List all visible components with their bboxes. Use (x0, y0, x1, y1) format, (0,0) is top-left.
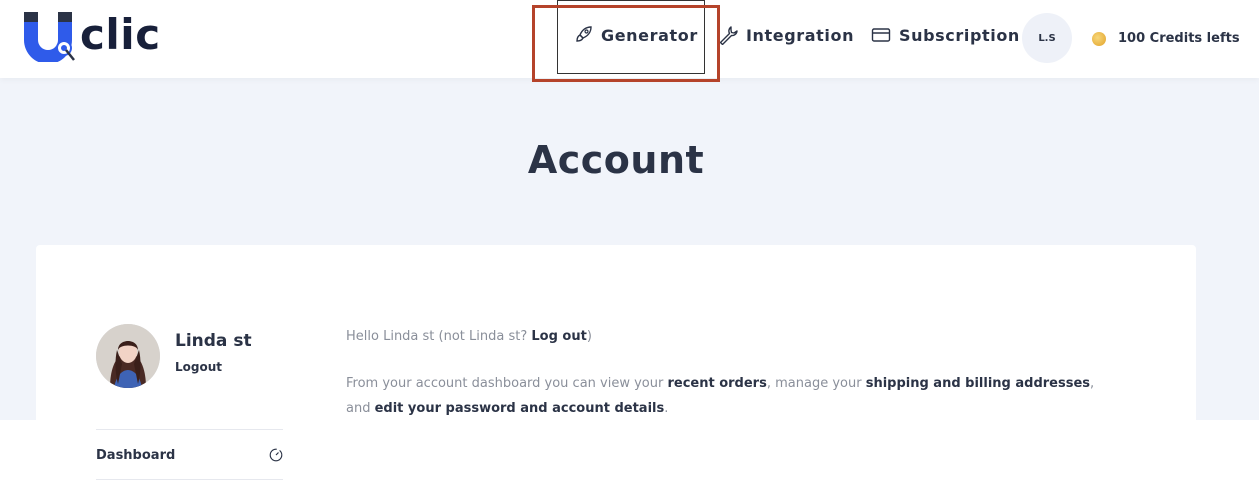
greeting-suffix: ) (586, 329, 592, 344)
rocket-icon (576, 26, 592, 42)
avatar (96, 324, 160, 388)
intro-part-1: From your account dashboard you can view… (346, 376, 668, 391)
page-title: Account (527, 138, 705, 182)
dashboard-gauge-icon (269, 448, 283, 462)
profile-photo (96, 324, 160, 388)
nav-integration-label: Integration (746, 25, 855, 45)
logo-text: clic (80, 10, 161, 59)
sidebar-item-dashboard[interactable]: Dashboard (96, 445, 283, 465)
credits-indicator: 100 Credits lefts (1092, 28, 1240, 48)
nav-generator[interactable]: Generator (573, 20, 698, 50)
top-header: clic Generator Integration Subscription … (0, 0, 1259, 78)
sidebar-item-label: Dashboard (96, 447, 176, 463)
wrench-icon (719, 26, 738, 45)
greeting-text: Hello Linda st (not Linda st? Log out) (346, 327, 1146, 347)
logout-link[interactable]: Log out (531, 329, 586, 344)
nav-generator-label: Generator (601, 25, 698, 45)
addresses-link[interactable]: shipping and billing addresses (866, 376, 1090, 391)
nav-subscription-label: Subscription (899, 25, 1020, 45)
nav-subscription[interactable]: Subscription (871, 20, 1020, 50)
credits-label: 100 Credits lefts (1118, 30, 1240, 46)
nav-integration[interactable]: Integration (718, 20, 854, 50)
greeting-prefix: Hello Linda st (not Linda st? (346, 329, 532, 344)
intro-part-5: . (664, 401, 669, 416)
user-initials-avatar[interactable]: L.S (1022, 13, 1072, 63)
recent-orders-link[interactable]: recent orders (667, 376, 766, 391)
coin-icon (1092, 32, 1106, 46)
intro-part-3: , (1090, 376, 1095, 391)
intro-part-4: and (346, 401, 375, 416)
uclic-logo[interactable]: clic (20, 8, 170, 64)
profile-name: Linda st (175, 331, 252, 351)
dashboard-intro-text: From your account dashboard you can view… (346, 371, 1146, 421)
sidebar-divider (96, 479, 283, 480)
profile-logout-link[interactable]: Logout (175, 360, 222, 374)
intro-part-2: , manage your (766, 376, 866, 391)
account-details-link[interactable]: edit your password and account details (375, 401, 665, 416)
credit-card-icon (871, 28, 891, 42)
magnet-logo-icon (24, 12, 75, 62)
sidebar-divider (96, 429, 283, 430)
